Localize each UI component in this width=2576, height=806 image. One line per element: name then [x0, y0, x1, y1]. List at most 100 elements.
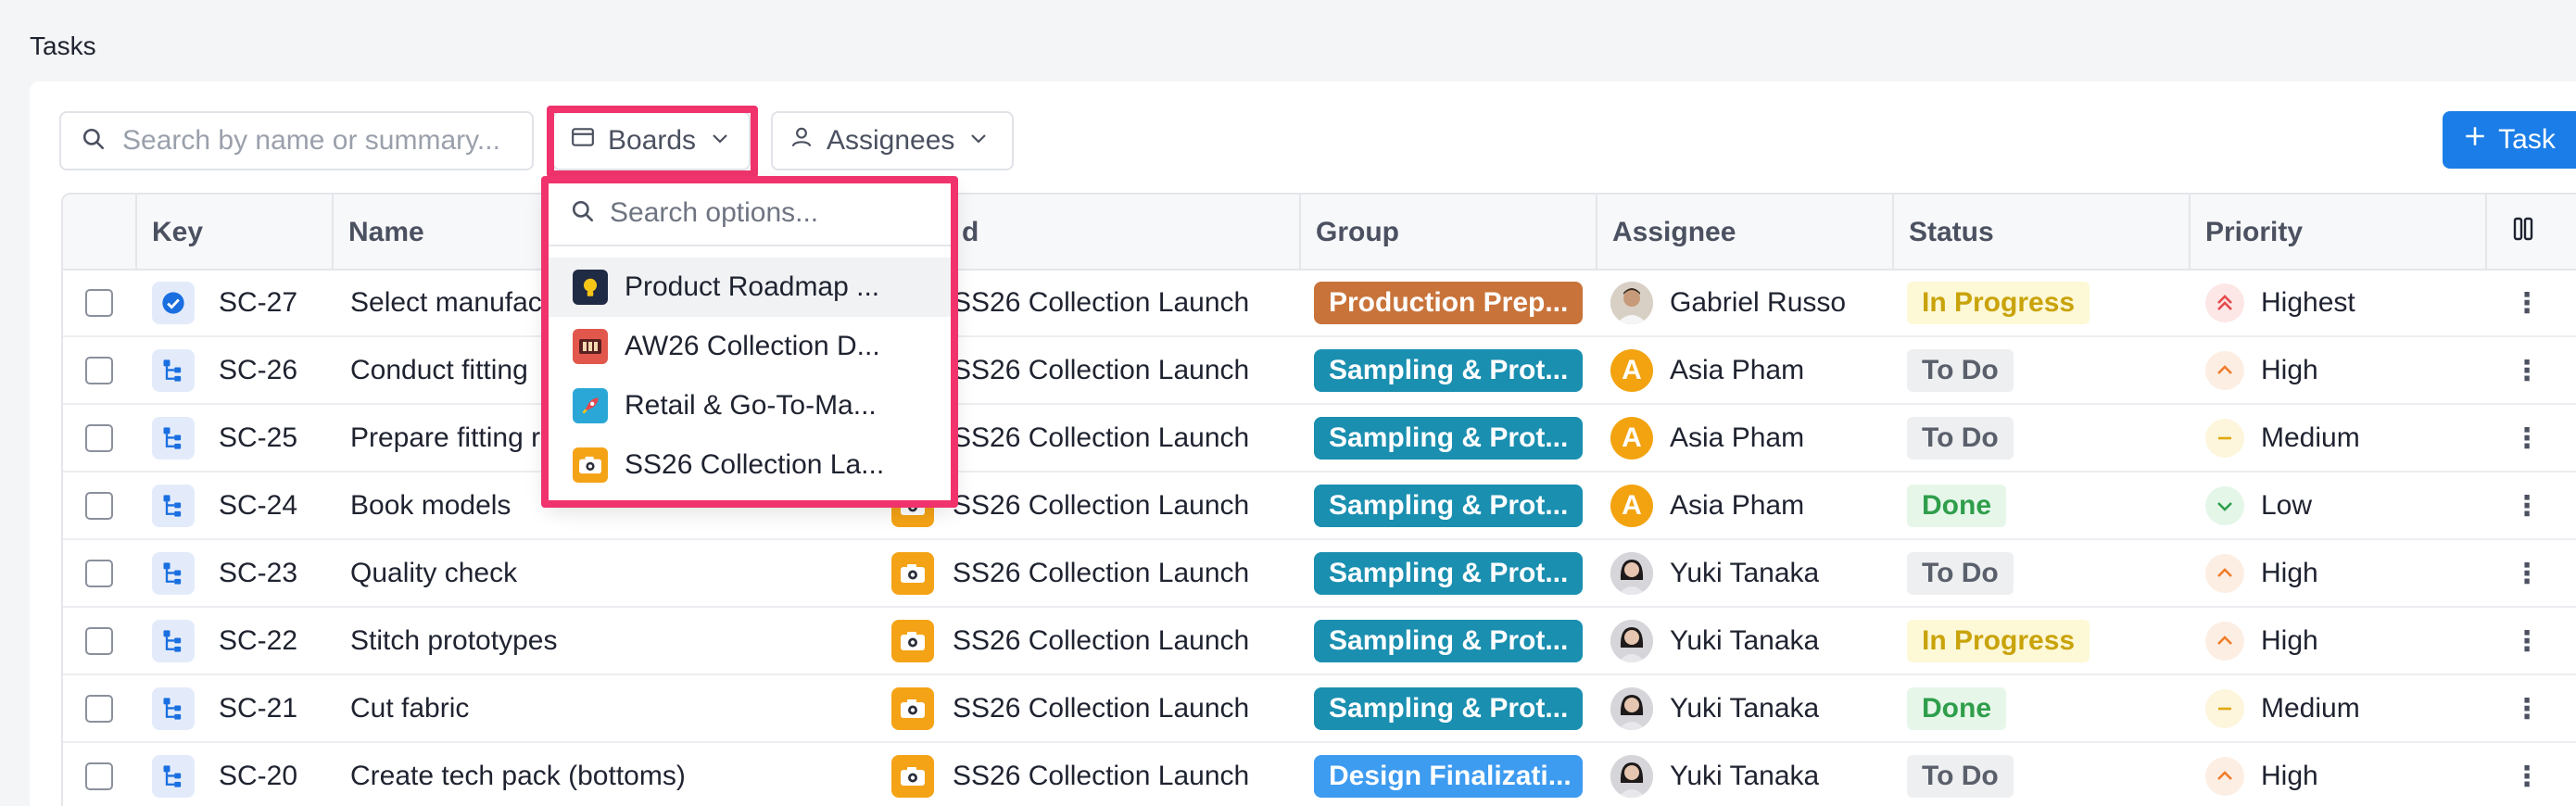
rocket-icon	[573, 388, 608, 423]
priority-highest-icon	[2205, 283, 2244, 322]
row-board: SS26 Collection Launch	[953, 625, 1250, 656]
search-icon	[82, 127, 106, 156]
more-vertical-icon[interactable]: ⋮	[2513, 490, 2541, 523]
row-key[interactable]: SC-22	[219, 609, 297, 674]
avatar	[1610, 755, 1653, 798]
row-checkbox[interactable]	[85, 762, 113, 790]
subtask-icon	[152, 485, 195, 527]
dropdown-option[interactable]: AW26 Collection D...	[547, 317, 953, 376]
row-checkbox[interactable]	[85, 695, 113, 723]
add-task-button[interactable]: Task	[2443, 111, 2576, 169]
more-vertical-icon[interactable]: ⋮	[2513, 625, 2541, 658]
row-assignee: Asia Pham	[1670, 422, 1805, 453]
task-check-icon	[152, 282, 195, 324]
table-row[interactable]: SC-27 Select manufact SS26 Collection Laun…	[63, 271, 2576, 337]
row-name[interactable]: Stitch prototypes	[350, 609, 906, 674]
table-row[interactable]: SC-21 Cut fabric SS26 Collection Launch Sam…	[63, 676, 2576, 743]
column-settings-button[interactable]	[2485, 195, 2559, 271]
status-badge[interactable]: In Progress	[1907, 620, 2090, 662]
row-key[interactable]: SC-27	[219, 271, 297, 335]
columns-icon	[2512, 216, 2534, 249]
row-checkbox[interactable]	[85, 560, 113, 587]
column-header-key[interactable]: Key	[135, 195, 332, 271]
more-vertical-icon[interactable]: ⋮	[2513, 287, 2541, 320]
more-vertical-icon[interactable]: ⋮	[2513, 422, 2541, 455]
dropdown-option-label: Product Roadmap ...	[625, 271, 880, 302]
row-name[interactable]: Cut fabric	[350, 676, 906, 741]
dropdown-option-label: AW26 Collection D...	[625, 331, 880, 361]
avatar: A	[1610, 417, 1653, 460]
table-row[interactable]: SC-24 Book models SS26 Collection Launch Sa…	[63, 473, 2576, 540]
row-board: SS26 Collection Launch	[953, 422, 1250, 453]
status-badge[interactable]: To Do	[1907, 349, 2014, 392]
camera-icon	[891, 687, 934, 730]
dropdown-option[interactable]: Retail & Go-To-Ma...	[547, 376, 953, 435]
column-header-status[interactable]: Status	[1892, 195, 2189, 271]
row-name[interactable]: Create tech pack (bottoms)	[350, 744, 906, 806]
row-key[interactable]: SC-21	[219, 676, 297, 741]
camera-icon	[573, 447, 608, 483]
row-checkbox[interactable]	[85, 492, 113, 520]
row-key[interactable]: SC-26	[219, 338, 297, 403]
column-header-priority[interactable]: Priority	[2189, 195, 2485, 271]
more-vertical-icon[interactable]: ⋮	[2513, 693, 2541, 725]
row-checkbox[interactable]	[85, 627, 113, 655]
avatar	[1610, 552, 1653, 595]
chevron-down-icon	[967, 125, 990, 157]
status-badge[interactable]: Done	[1907, 485, 2006, 527]
more-vertical-icon[interactable]: ⋮	[2513, 558, 2541, 590]
row-key[interactable]: SC-20	[219, 744, 297, 806]
boards-filter-button[interactable]: Boards	[552, 111, 751, 170]
status-badge[interactable]: To Do	[1907, 552, 2014, 595]
board-icon	[571, 125, 595, 157]
chevron-down-icon	[709, 125, 731, 157]
status-badge[interactable]: To Do	[1907, 755, 2014, 798]
avatar: A	[1610, 349, 1653, 392]
priority-high-icon	[2205, 622, 2244, 661]
status-badge[interactable]: Done	[1907, 687, 2006, 730]
priority-medium-icon	[2205, 419, 2244, 458]
column-header-assignee[interactable]: Assignee	[1596, 195, 1892, 271]
row-board: SS26 Collection Launch	[953, 287, 1250, 318]
more-vertical-icon[interactable]: ⋮	[2513, 355, 2541, 387]
subtask-icon	[152, 755, 195, 798]
dropdown-option[interactable]: Product Roadmap ...	[547, 258, 953, 317]
table-row[interactable]: SC-26 Conduct fitting SS26 Collection Laun…	[63, 338, 2576, 405]
table-row[interactable]: SC-23 Quality check SS26 Collection Launch…	[63, 541, 2576, 608]
row-checkbox[interactable]	[85, 357, 113, 384]
row-priority: High	[2261, 355, 2318, 385]
row-key[interactable]: SC-25	[219, 406, 297, 471]
row-key[interactable]: SC-23	[219, 541, 297, 606]
table-row[interactable]: SC-20 Create tech pack (bottoms) SS26 Coll…	[63, 744, 2576, 806]
status-badge[interactable]: In Progress	[1907, 282, 2090, 324]
row-checkbox[interactable]	[85, 424, 113, 452]
row-name[interactable]: Quality check	[350, 541, 906, 606]
priority-high-icon	[2205, 554, 2244, 593]
group-pill: Sampling & Prot...	[1314, 417, 1583, 460]
more-vertical-icon[interactable]: ⋮	[2513, 761, 2541, 793]
row-checkbox[interactable]	[85, 289, 113, 317]
row-assignee: Gabriel Russo	[1670, 287, 1847, 318]
row-assignee: Asia Pham	[1670, 355, 1805, 385]
status-badge[interactable]: To Do	[1907, 417, 2014, 460]
avatar: A	[1610, 485, 1653, 527]
row-assignee: Asia Pham	[1670, 490, 1805, 521]
header-select	[63, 195, 135, 271]
table-row[interactable]: SC-25 Prepare fitting r SS26 Collection La…	[63, 406, 2576, 472]
camera-icon	[891, 755, 934, 798]
search-input[interactable]: Search by name or summary...	[59, 111, 534, 170]
row-priority: High	[2261, 761, 2318, 791]
column-header-group[interactable]: Group	[1299, 195, 1596, 271]
search-icon	[571, 199, 595, 228]
row-key[interactable]: SC-24	[219, 473, 297, 538]
dropdown-search-input[interactable]: Search options...	[547, 182, 953, 246]
priority-high-icon	[2205, 351, 2244, 390]
assignees-filter-button[interactable]: Assignees	[771, 111, 1014, 170]
table-row[interactable]: SC-22 Stitch prototypes SS26 Collection La…	[63, 609, 2576, 675]
group-pill: Production Prep...	[1314, 282, 1583, 324]
dropdown-search-placeholder: Search options...	[610, 197, 819, 228]
row-priority: High	[2261, 625, 2318, 656]
camera-icon	[891, 552, 934, 595]
boards-filter-label: Boards	[608, 125, 697, 156]
dropdown-option[interactable]: SS26 Collection La...	[547, 435, 953, 495]
